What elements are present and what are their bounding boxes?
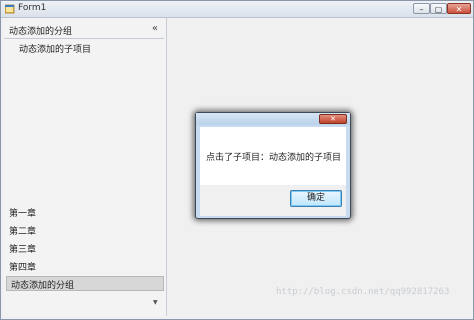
- app-icon: [5, 4, 15, 14]
- nav-item-chapter-3[interactable]: 第三章: [9, 242, 36, 255]
- nav-item-chapter-2[interactable]: 第二章: [9, 224, 36, 237]
- maximize-button[interactable]: ▢: [430, 3, 447, 14]
- nav-item-chapter-1[interactable]: 第一章: [9, 206, 36, 219]
- ok-button[interactable]: 确定: [290, 190, 342, 207]
- watermark: http://blog.csdn.net/qq992817263: [276, 287, 450, 297]
- dialog-message: 点击了子项目：动态添加的子项目: [206, 153, 342, 163]
- window-title: Form1: [18, 3, 47, 13]
- window-titlebar[interactable]: Form1 – ▢ ✕: [1, 1, 473, 18]
- dialog-titlebar[interactable]: ✕: [196, 113, 350, 125]
- dialog-body: 点击了子项目：动态添加的子项目: [200, 127, 346, 185]
- minimize-button[interactable]: –: [413, 3, 430, 14]
- nav-item-dynamic-group[interactable]: 动态添加的分组: [6, 276, 164, 291]
- sub-item[interactable]: 动态添加的子项目: [19, 42, 91, 55]
- close-button[interactable]: ✕: [447, 3, 471, 14]
- scroll-down-icon[interactable]: ▼: [153, 299, 158, 306]
- dialog-footer: 确定: [200, 185, 346, 216]
- dialog-close-button[interactable]: ✕: [319, 114, 347, 124]
- message-dialog: ✕ 点击了子项目：动态添加的子项目 确定: [195, 112, 351, 219]
- nav-item-chapter-4[interactable]: 第四章: [9, 260, 36, 273]
- navigation-sidebar: 动态添加的分组 « 动态添加的子项目 第一章 第二章 第三章 第四章 动态添加的…: [4, 18, 167, 316]
- nav-item-dynamic-group-label: 动态添加的分组: [11, 281, 75, 291]
- group-header-label: 动态添加的分组: [9, 27, 73, 37]
- collapse-icon[interactable]: «: [152, 23, 158, 34]
- main-window: Form1 – ▢ ✕ 动态添加的分组 « 动态添加的子项目 第一章 第二章 第…: [0, 0, 474, 320]
- group-header[interactable]: 动态添加的分组 «: [4, 21, 164, 39]
